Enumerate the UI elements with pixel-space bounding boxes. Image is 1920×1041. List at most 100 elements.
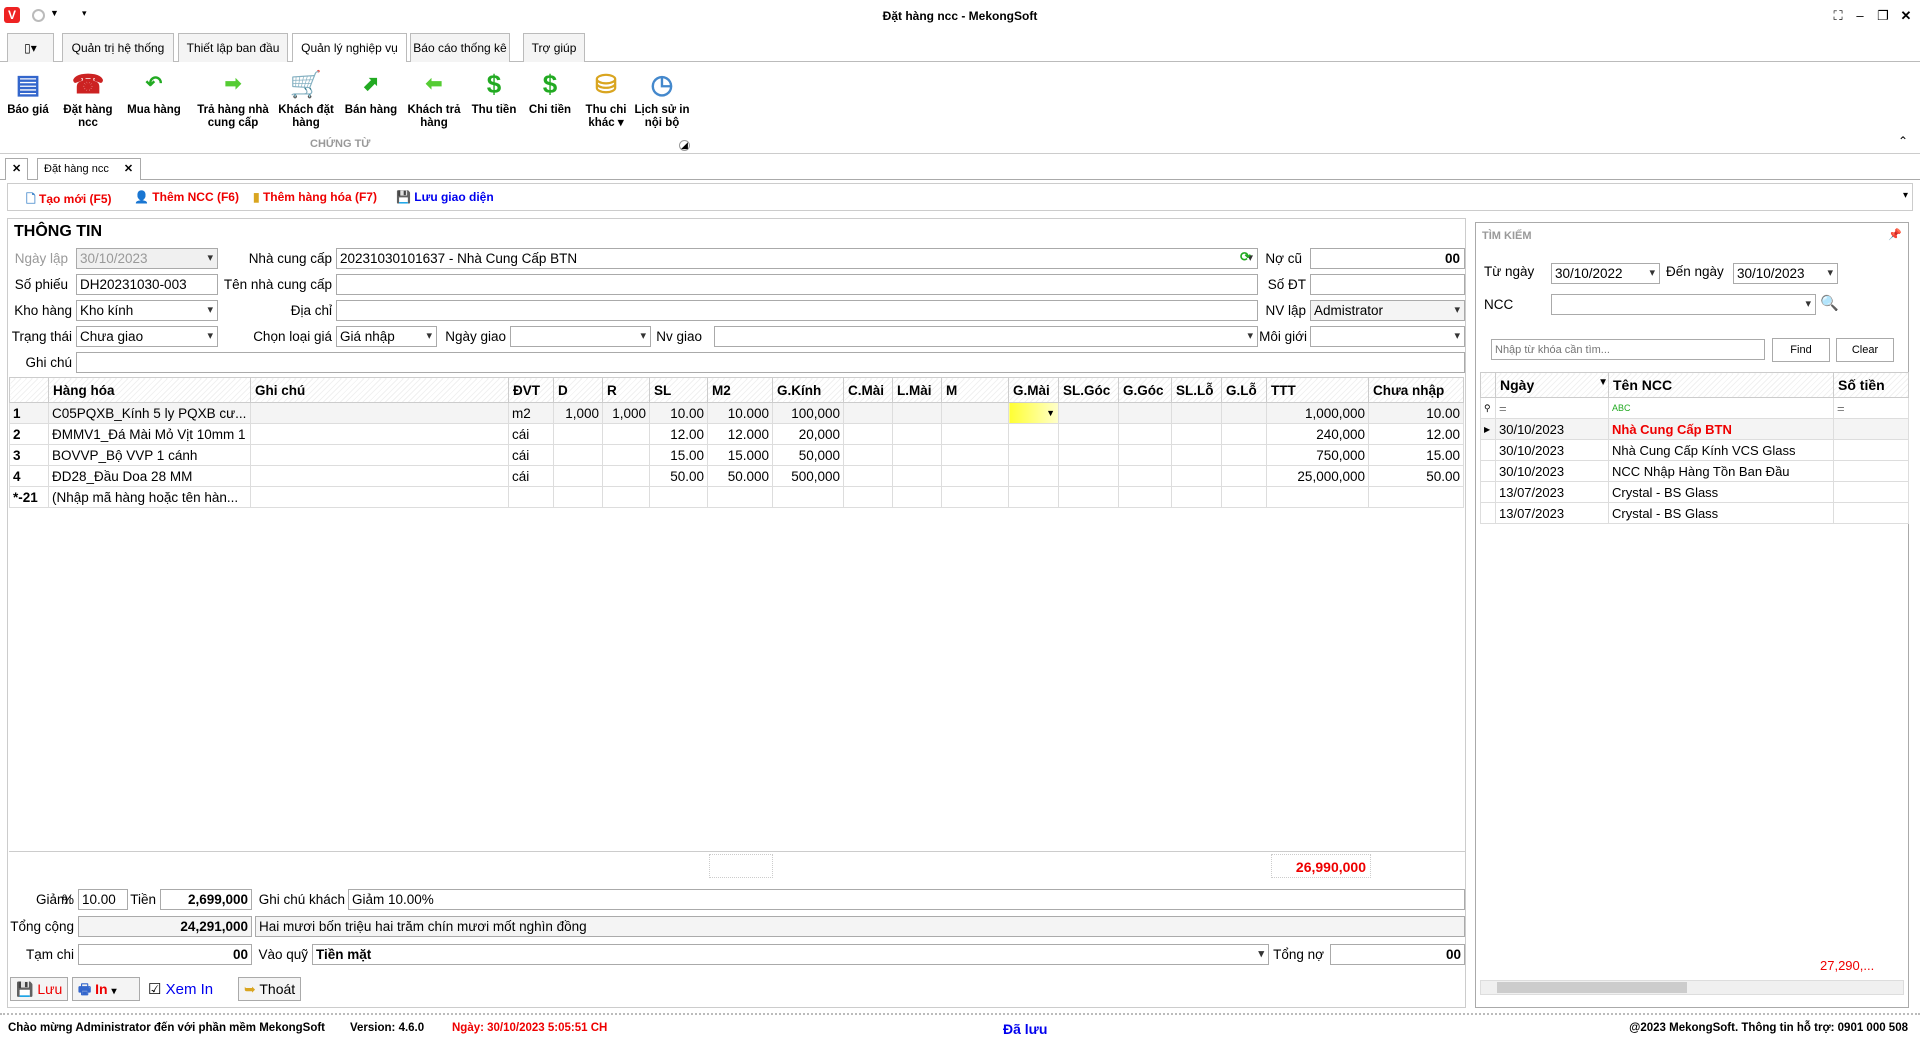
grid-cell[interactable]: cái [508,465,554,487]
grid-cell[interactable] [1221,486,1267,508]
moi-gioi-select[interactable] [1310,326,1465,347]
grid-cell[interactable] [1221,465,1267,487]
grid-col-header[interactable]: L.Mài [892,377,942,403]
filter-ngay[interactable]: = [1495,397,1609,419]
grid-col-header[interactable]: M2 [707,377,773,403]
grid-cell[interactable]: 50.00 [1368,465,1464,487]
grid-cell[interactable] [843,444,893,466]
grid-cell[interactable]: 15.00 [649,444,708,466]
pin-icon[interactable]: 📌 [1888,228,1902,241]
grid-cell[interactable] [1058,402,1119,424]
grid-cell[interactable] [1008,465,1059,487]
close-tab-icon[interactable]: ✕ [124,163,133,175]
table-row[interactable]: 4 ĐD28_Đầu Doa 28 MM cái 50.00 50.000 500,000… [9,465,1464,487]
fullscreen-icon[interactable]: ⛶ [1828,8,1848,24]
grid-cell[interactable] [1221,423,1267,445]
ncc-cell[interactable] [1833,481,1909,503]
grid-cell[interactable]: 750,000 [1266,444,1369,466]
grid-cell[interactable]: 10.00 [1368,402,1464,424]
horizontal-scrollbar[interactable] [1480,980,1904,995]
ncc-select[interactable]: 20231030101637 - Nhà Cung Cấp BTN [336,248,1258,269]
ncc-cell[interactable] [1833,460,1909,482]
grid-cell[interactable] [250,465,509,487]
grid-cell[interactable] [1171,423,1222,445]
grid-cell[interactable] [1118,444,1172,466]
grid-cell[interactable]: C05PQXB_Kính 5 ly PQXB cư... [48,402,251,424]
grid-cell[interactable] [1171,486,1222,508]
grid-cell[interactable] [1058,423,1119,445]
new-button[interactable]: 🗋 Tạo mới (F5) [26,190,112,211]
search-icon[interactable]: 🔍 [1820,294,1839,312]
minimize-button[interactable]: – [1850,8,1870,23]
grid-cell[interactable] [553,423,603,445]
grid-cell[interactable] [1058,486,1119,508]
grid-col-header[interactable]: SL [649,377,708,403]
ncc-cell[interactable]: NCC Nhập Hàng Tồn Ban Đầu [1608,460,1834,482]
grid-cell[interactable]: 240,000 [1266,423,1369,445]
ncc-cell[interactable] [1833,439,1909,461]
grid-cell[interactable] [1008,486,1059,508]
list-item[interactable]: 30/10/2023 NCC Nhập Hàng Tồn Ban Đầu [1480,460,1909,482]
list-item[interactable]: 13/07/2023 Crystal - BS Glass [1480,481,1909,503]
grid-col-header[interactable]: SL.Lỗ [1171,377,1222,403]
grid-cell[interactable] [1368,486,1464,508]
list-item[interactable]: 13/07/2023 Crystal - BS Glass [1480,502,1909,524]
giam-tien-field[interactable]: 2,699,000 [160,889,252,910]
grid-cell[interactable]: BOVVP_Bộ VVP 1 cánh [48,444,251,466]
dia-chi-field[interactable] [336,300,1258,321]
exit-button[interactable]: ➥ Thoát [238,977,302,1001]
find-button[interactable]: Find [1772,338,1830,362]
grid-cell[interactable] [1118,402,1172,424]
group-expand-icon[interactable]: ◢ [679,140,690,151]
trang-thai-select[interactable]: Chưa giao [76,326,218,347]
ncc-cell[interactable]: Nhà Cung Cấp Kính VCS Glass [1608,439,1834,461]
grid-cell[interactable] [843,423,893,445]
table-row[interactable]: 2 ĐMMV1_Đá Mài Mỏ Vịt 10mm 1 cái 12.00 12.00… [9,423,1464,445]
nv-lap-select[interactable]: Admistrator [1310,300,1465,321]
grid-cell[interactable] [602,486,650,508]
ncc-search-select[interactable] [1551,294,1816,315]
ncc-cell[interactable]: 13/07/2023 [1495,481,1609,503]
grid-cell[interactable] [250,486,509,508]
ngay-giao-field[interactable] [510,326,651,347]
col-so-tien[interactable]: Số tiền [1833,372,1909,398]
tab-tro-giup[interactable]: Trợ giúp [523,33,585,62]
grid-cell[interactable]: cái [508,444,554,466]
grid-cell[interactable] [250,402,509,424]
filter-ten-ncc[interactable]: ABC [1608,397,1834,419]
ghi-chu-field[interactable] [76,352,1465,373]
list-item[interactable]: 30/10/2023 Nhà Cung Cấp Kính VCS Glass [1480,439,1909,461]
grid-col-header[interactable]: G.Mài [1008,377,1059,403]
grid-col-header[interactable]: SL.Góc [1058,377,1119,403]
grid-cell[interactable]: 12.00 [649,423,708,445]
ribbon-ban-hang[interactable]: ⬈ Bán hàng [340,68,402,117]
ncc-cell[interactable]: Nhà Cung Cấp BTN [1608,418,1834,440]
grid-cell[interactable] [892,486,942,508]
grid-cell[interactable] [1266,486,1369,508]
ribbon-mua-hang[interactable]: ↶ Mua hàng [122,68,186,117]
grid-col-header[interactable]: R [602,377,650,403]
grid-cell[interactable]: m2 [508,402,554,424]
ncc-cell[interactable]: Crystal - BS Glass [1608,502,1834,524]
grid-cell[interactable]: ĐD28_Đầu Doa 28 MM [48,465,251,487]
ncc-cell[interactable]: 30/10/2023 [1495,439,1609,461]
ncc-cell[interactable]: 30/10/2023 [1495,460,1609,482]
grid-cell[interactable]: ĐMMV1_Đá Mài Mỏ Vịt 10mm 1 [48,423,251,445]
grid-col-header[interactable] [9,377,49,403]
grid-cell[interactable] [1171,444,1222,466]
loai-gia-select[interactable]: Giá nhập [336,326,437,347]
ribbon-thu-chi-khac[interactable]: ⛁ Thu chi khác ▾ [580,68,632,130]
grid-col-header[interactable]: G.Lỗ [1221,377,1267,403]
grid-cell[interactable]: 10.00 [649,402,708,424]
filter-so-tien[interactable]: = [1833,397,1909,419]
table-row[interactable]: 3 BOVVP_Bộ VVP 1 cánh cái 15.00 15.000 50,000… [9,444,1464,466]
preview-checkbox[interactable]: ☑ Xem In [148,980,213,998]
grid-cell[interactable]: 1,000 [553,402,603,424]
grid-col-header[interactable]: G.Kính [772,377,844,403]
grid-cell[interactable] [649,486,708,508]
col-ngay[interactable]: Ngày ▼ [1495,372,1609,398]
grid-cell[interactable] [1118,486,1172,508]
grid-cell[interactable] [941,486,1009,508]
giam-pct-field[interactable]: 10.00 [78,889,128,910]
grid-cell[interactable] [602,465,650,487]
